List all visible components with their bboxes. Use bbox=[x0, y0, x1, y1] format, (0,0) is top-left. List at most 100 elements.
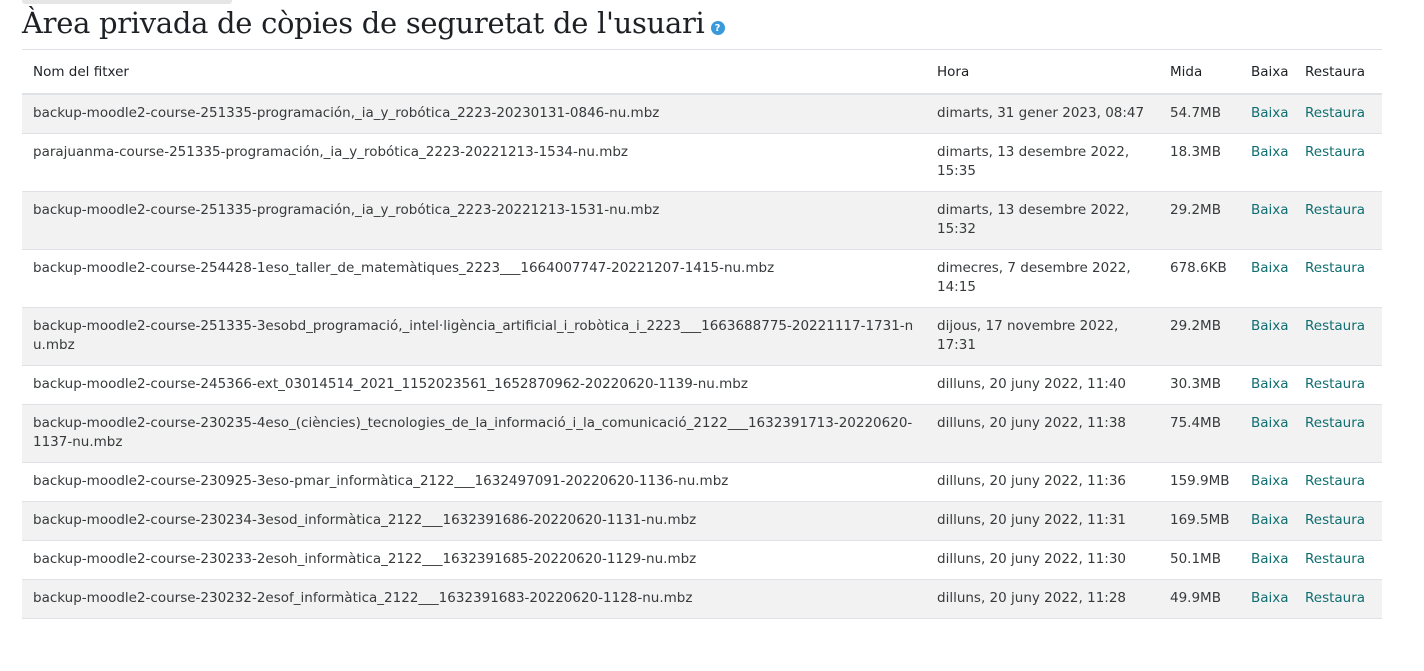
download-cell: Baixa bbox=[1240, 249, 1300, 308]
file-name-cell: backup-moodle2-course-230234-3esod_infor… bbox=[22, 501, 926, 541]
file-name-cell: backup-moodle2-course-251335-programació… bbox=[22, 93, 926, 134]
file-name-cell: backup-moodle2-course-230235-4eso_(ciènc… bbox=[22, 404, 926, 463]
restore-link[interactable]: Restaura bbox=[1305, 318, 1365, 334]
download-cell: Baixa bbox=[1240, 93, 1300, 134]
file-size-cell: 30.3MB bbox=[1159, 365, 1240, 405]
download-link[interactable]: Baixa bbox=[1251, 415, 1289, 431]
restore-cell: Restaura bbox=[1300, 133, 1382, 192]
table-header-row: Nom del fitxer Hora Mida Baixa Restaura bbox=[22, 49, 1382, 95]
download-link[interactable]: Baixa bbox=[1251, 260, 1289, 276]
column-header-time: Hora bbox=[926, 49, 1159, 95]
restore-link[interactable]: Restaura bbox=[1305, 105, 1365, 121]
file-size-cell: 29.2MB bbox=[1159, 307, 1240, 366]
file-name-cell: backup-moodle2-course-245366-ext_0301451… bbox=[22, 365, 926, 405]
help-question-icon[interactable]: ? bbox=[710, 21, 725, 35]
table-row: backup-moodle2-course-254428-1eso_taller… bbox=[22, 249, 1382, 308]
file-size-cell: 54.7MB bbox=[1159, 93, 1240, 134]
restore-cell: Restaura bbox=[1300, 365, 1382, 405]
file-name-cell: backup-moodle2-course-230925-3eso-pmar_i… bbox=[22, 462, 926, 502]
download-cell: Baixa bbox=[1240, 540, 1300, 580]
download-link[interactable]: Baixa bbox=[1251, 144, 1289, 160]
file-time-cell: dilluns, 20 juny 2022, 11:38 bbox=[926, 404, 1159, 463]
download-link[interactable]: Baixa bbox=[1251, 318, 1289, 334]
table-row: backup-moodle2-course-230232-2esof_infor… bbox=[22, 579, 1382, 619]
download-cell: Baixa bbox=[1240, 404, 1300, 463]
restore-link[interactable]: Restaura bbox=[1305, 376, 1365, 392]
restore-cell: Restaura bbox=[1300, 191, 1382, 250]
download-cell: Baixa bbox=[1240, 501, 1300, 541]
restore-link[interactable]: Restaura bbox=[1305, 415, 1365, 431]
restore-link[interactable]: Restaura bbox=[1305, 473, 1365, 489]
file-name-cell: backup-moodle2-course-230233-2esoh_infor… bbox=[22, 540, 926, 580]
restore-link[interactable]: Restaura bbox=[1305, 512, 1365, 528]
page-header: Àrea privada de còpies de seguretat de l… bbox=[22, 4, 725, 42]
file-size-cell: 169.5MB bbox=[1159, 501, 1240, 541]
download-cell: Baixa bbox=[1240, 191, 1300, 250]
column-header-download: Baixa bbox=[1240, 49, 1300, 95]
file-size-cell: 678.6KB bbox=[1159, 249, 1240, 308]
backup-area-page: Àrea privada de còpies de seguretat de l… bbox=[0, 0, 1424, 671]
download-link[interactable]: Baixa bbox=[1251, 551, 1289, 567]
download-cell: Baixa bbox=[1240, 307, 1300, 366]
file-size-cell: 29.2MB bbox=[1159, 191, 1240, 250]
file-time-cell: dimarts, 13 desembre 2022, 15:32 bbox=[926, 191, 1159, 250]
restore-link[interactable]: Restaura bbox=[1305, 551, 1365, 567]
restore-link[interactable]: Restaura bbox=[1305, 260, 1365, 276]
file-time-cell: dimecres, 7 desembre 2022, 14:15 bbox=[926, 249, 1159, 308]
file-time-cell: dimarts, 13 desembre 2022, 15:35 bbox=[926, 133, 1159, 192]
file-name-cell: parajuanma-course-251335-programación,_i… bbox=[22, 133, 926, 192]
file-time-cell: dilluns, 20 juny 2022, 11:31 bbox=[926, 501, 1159, 541]
column-header-size: Mida bbox=[1159, 49, 1240, 95]
table-row: backup-moodle2-course-230925-3eso-pmar_i… bbox=[22, 462, 1382, 502]
download-cell: Baixa bbox=[1240, 365, 1300, 405]
file-size-cell: 75.4MB bbox=[1159, 404, 1240, 463]
restore-link[interactable]: Restaura bbox=[1305, 144, 1365, 160]
table-row: backup-moodle2-course-251335-programació… bbox=[22, 93, 1382, 134]
download-link[interactable]: Baixa bbox=[1251, 512, 1289, 528]
table-row: backup-moodle2-course-230233-2esoh_infor… bbox=[22, 540, 1382, 580]
page-title: Àrea privada de còpies de seguretat de l… bbox=[22, 6, 705, 40]
table-row: backup-moodle2-course-251335-programació… bbox=[22, 191, 1382, 250]
download-cell: Baixa bbox=[1240, 462, 1300, 502]
table-body: backup-moodle2-course-251335-programació… bbox=[22, 93, 1382, 619]
download-link[interactable]: Baixa bbox=[1251, 376, 1289, 392]
file-name-cell: backup-moodle2-course-230232-2esof_infor… bbox=[22, 579, 926, 619]
table-row: backup-moodle2-course-251335-3esobd_prog… bbox=[22, 307, 1382, 366]
restore-cell: Restaura bbox=[1300, 540, 1382, 580]
download-link[interactable]: Baixa bbox=[1251, 202, 1289, 218]
backup-files-table: Nom del fitxer Hora Mida Baixa Restaura … bbox=[22, 49, 1382, 619]
file-size-cell: 18.3MB bbox=[1159, 133, 1240, 192]
file-time-cell: dilluns, 20 juny 2022, 11:28 bbox=[926, 579, 1159, 619]
file-size-cell: 50.1MB bbox=[1159, 540, 1240, 580]
file-time-cell: dijous, 17 novembre 2022, 17:31 bbox=[926, 307, 1159, 366]
restore-cell: Restaura bbox=[1300, 249, 1382, 308]
restore-cell: Restaura bbox=[1300, 579, 1382, 619]
file-name-cell: backup-moodle2-course-251335-3esobd_prog… bbox=[22, 307, 926, 366]
download-cell: Baixa bbox=[1240, 579, 1300, 619]
restore-link[interactable]: Restaura bbox=[1305, 590, 1365, 606]
file-time-cell: dilluns, 20 juny 2022, 11:40 bbox=[926, 365, 1159, 405]
file-time-cell: dilluns, 20 juny 2022, 11:30 bbox=[926, 540, 1159, 580]
download-link[interactable]: Baixa bbox=[1251, 105, 1289, 121]
file-time-cell: dimarts, 31 gener 2023, 08:47 bbox=[926, 93, 1159, 134]
restore-cell: Restaura bbox=[1300, 462, 1382, 502]
restore-cell: Restaura bbox=[1300, 501, 1382, 541]
table-row: backup-moodle2-course-245366-ext_0301451… bbox=[22, 365, 1382, 405]
download-cell: Baixa bbox=[1240, 133, 1300, 192]
table-row: parajuanma-course-251335-programación,_i… bbox=[22, 133, 1382, 192]
file-name-cell: backup-moodle2-course-254428-1eso_taller… bbox=[22, 249, 926, 308]
column-header-filename: Nom del fitxer bbox=[22, 49, 926, 95]
table-row: backup-moodle2-course-230235-4eso_(ciènc… bbox=[22, 404, 1382, 463]
file-size-cell: 159.9MB bbox=[1159, 462, 1240, 502]
restore-cell: Restaura bbox=[1300, 307, 1382, 366]
download-link[interactable]: Baixa bbox=[1251, 590, 1289, 606]
column-header-restore: Restaura bbox=[1300, 49, 1382, 95]
table-row: backup-moodle2-course-230234-3esod_infor… bbox=[22, 501, 1382, 541]
restore-cell: Restaura bbox=[1300, 404, 1382, 463]
download-link[interactable]: Baixa bbox=[1251, 473, 1289, 489]
file-size-cell: 49.9MB bbox=[1159, 579, 1240, 619]
file-time-cell: dilluns, 20 juny 2022, 11:36 bbox=[926, 462, 1159, 502]
restore-cell: Restaura bbox=[1300, 93, 1382, 134]
file-name-cell: backup-moodle2-course-251335-programació… bbox=[22, 191, 926, 250]
restore-link[interactable]: Restaura bbox=[1305, 202, 1365, 218]
